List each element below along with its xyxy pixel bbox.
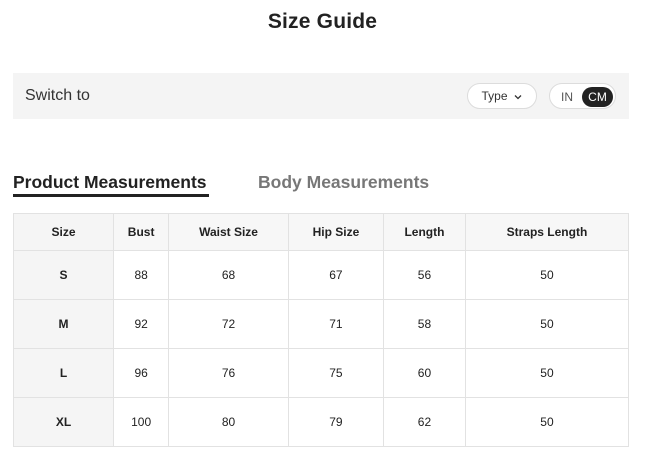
table-cell: 58	[383, 299, 466, 349]
size-cell: L	[13, 348, 114, 398]
table-cell: 76	[168, 348, 289, 398]
header-straps-length: Straps Length	[464, 213, 630, 251]
table-row: XL 100 80 79 62 50	[13, 397, 630, 447]
table-cell: 60	[383, 348, 466, 398]
table-cell: 92	[112, 299, 170, 349]
table-cell: 80	[168, 397, 289, 447]
table-cell: 50	[464, 299, 630, 349]
table-cell: 96	[112, 348, 170, 398]
table-cell: 56	[383, 250, 466, 300]
table-cell: 71	[287, 299, 385, 349]
table-row: S 88 68 67 56 50	[13, 250, 630, 300]
type-dropdown-button[interactable]: Type	[467, 83, 537, 109]
table-row: M 92 72 71 58 50	[13, 299, 630, 349]
tab-product-measurements[interactable]: Product Measurements	[13, 172, 207, 193]
table-cell: 62	[383, 397, 466, 447]
table-cell: 50	[464, 250, 630, 300]
table-cell: 72	[168, 299, 289, 349]
unit-toggle: IN CM	[549, 83, 616, 109]
header-hip-size: Hip Size	[287, 213, 385, 251]
type-label: Type	[481, 89, 508, 103]
page-title: Size Guide	[267, 10, 378, 33]
header-waist-size: Waist Size	[168, 213, 289, 251]
header-length: Length	[383, 213, 466, 251]
table-row: L 96 76 75 60 50	[13, 348, 630, 398]
size-cell: M	[13, 299, 114, 349]
header-size: Size	[13, 213, 114, 251]
table-cell: 88	[112, 250, 170, 300]
size-cell: XL	[13, 397, 114, 447]
table-header-row: Size Bust Waist Size Hip Size Length Str…	[13, 213, 630, 251]
chevron-down-icon	[513, 91, 523, 101]
table-cell: 75	[287, 348, 385, 398]
table-cell: 68	[168, 250, 289, 300]
table-cell: 100	[112, 397, 170, 447]
size-cell: S	[13, 250, 114, 300]
unit-option-cm[interactable]: CM	[582, 87, 613, 107]
size-table: Size Bust Waist Size Hip Size Length Str…	[13, 213, 630, 447]
table-cell: 50	[464, 397, 630, 447]
table-cell: 50	[464, 348, 630, 398]
unit-switch-bar: Switch to Type IN CM	[13, 73, 629, 119]
table-cell: 67	[287, 250, 385, 300]
header-bust: Bust	[112, 213, 170, 251]
table-cell: 79	[287, 397, 385, 447]
tab-body-measurements[interactable]: Body Measurements	[258, 172, 429, 193]
switch-to-label: Switch to	[25, 87, 90, 104]
unit-option-in[interactable]: IN	[554, 87, 580, 107]
active-tab-underline	[13, 194, 209, 197]
